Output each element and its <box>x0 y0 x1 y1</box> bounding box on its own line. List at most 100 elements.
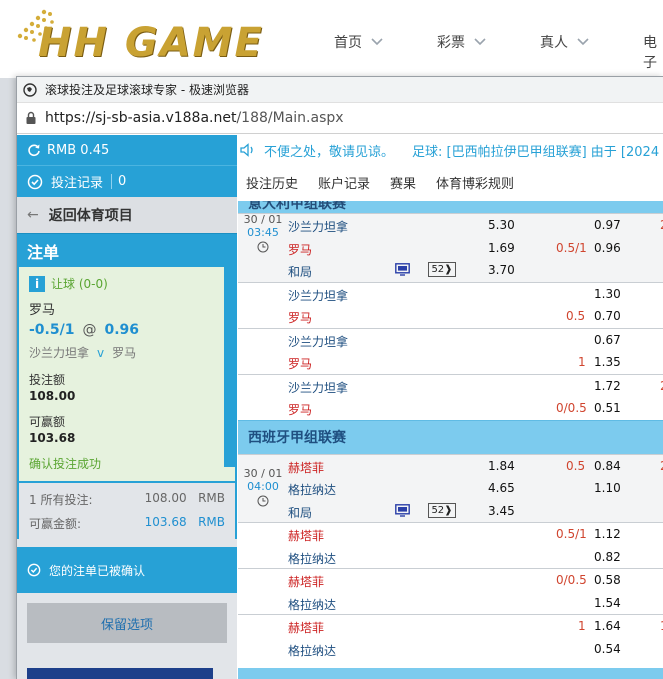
odds-hcp-away[interactable]: 0.51 <box>594 401 621 415</box>
speaker-icon <box>240 143 253 157</box>
next-button-edge[interactable] <box>27 668 213 679</box>
nav-live-casino-label: 真人 <box>540 35 568 51</box>
table-row: 格拉纳达 4.65 1.10 <box>238 477 663 500</box>
odds-1x2-draw[interactable]: 3.45 <box>488 504 515 518</box>
odds-hcp-away[interactable]: 0.70 <box>594 309 621 323</box>
odds-1x2-home[interactable]: 1.84 <box>488 459 515 473</box>
nav-lottery[interactable]: 彩票 <box>437 32 487 52</box>
bet-odds-line: -0.5/1 @0.96 <box>29 322 225 338</box>
odds-1x2-away[interactable]: 4.65 <box>488 481 515 495</box>
bet-records-link[interactable]: 投注记录 0 <box>17 165 237 197</box>
tab-account-records[interactable]: 账户记录 <box>318 173 370 192</box>
all-bets-amount: 108.00 RMB <box>145 491 225 508</box>
win-total-amount: 103.68 RMB <box>145 515 225 532</box>
ticker-text-1: 不便之处，敬请见谅。 <box>264 144 395 160</box>
table-row: 罗马 1.69 0.5/1 0.96 <box>238 237 663 260</box>
next-league-header[interactable] <box>238 668 663 679</box>
handicap-line: 0/0.5 <box>556 573 587 587</box>
table-row: 罗马 1 1.35 <box>238 351 663 374</box>
announcement-ticker[interactable]: 不便之处，敬请见谅。 足球: [巴西帕拉伊巴甲组联赛] 由于 [2024 <box>238 135 663 165</box>
tab-sports-rules[interactable]: 体育博彩规则 <box>436 173 514 192</box>
odds-hcp-away[interactable]: 0.82 <box>594 550 621 564</box>
at-symbol: @ <box>82 322 97 338</box>
bet-records-label: 投注记录 <box>51 176 104 191</box>
more-markets-badge[interactable]: 52 ❱ <box>428 502 456 518</box>
bet-records-count: 0 <box>111 174 126 189</box>
back-label: 返回体育项目 <box>48 208 133 224</box>
odds-hcp-home[interactable]: 1.30 <box>594 287 621 301</box>
nav-live-casino[interactable]: 真人 <box>540 32 590 52</box>
odds-hcp-home[interactable]: 0.97 <box>594 218 621 232</box>
url-path: /188/Main.aspx <box>236 110 344 126</box>
popup-window: 滚球投注及足球滚球专家 - 极速浏览器 https://sj-sb-asia.v… <box>16 76 663 679</box>
league-header[interactable]: 西班牙甲组联赛 <box>238 419 663 454</box>
odds-hcp-away[interactable]: 0.54 <box>594 642 621 656</box>
table-row: 赫塔菲 0.5/1 1.12 <box>238 523 663 546</box>
nav-electronic-label: 电子 <box>643 35 657 71</box>
nav-home-label: 首页 <box>334 35 362 51</box>
more-markets-count: 52 <box>431 504 445 516</box>
panel-scrollbar[interactable] <box>224 235 237 467</box>
odds-hcp-home[interactable]: 1.64 <box>594 619 621 633</box>
check-circle-icon <box>27 174 43 189</box>
address-bar[interactable]: https://sj-sb-asia.v188a.net/188/Main.as… <box>17 103 663 134</box>
site-logo[interactable]: HH GAME <box>14 6 276 72</box>
odds-table: 意大利甲组联赛 30 / 01 03:45 沙兰力坦拿 5.30 0.97 2 … <box>238 201 663 679</box>
chevron-down-icon <box>371 38 383 46</box>
window-titlebar[interactable]: 滚球投注及足球滚球专家 - 极速浏览器 <box>17 77 663 103</box>
odds-hcp-home[interactable]: 0.67 <box>594 333 621 347</box>
tv-icon[interactable] <box>395 503 410 517</box>
bet-away: 罗马 <box>112 346 137 360</box>
odds-hcp-away[interactable]: 0.96 <box>594 241 621 255</box>
odds-1x2-draw[interactable]: 3.70 <box>488 263 515 277</box>
table-row: 格拉纳达 1.54 <box>238 592 663 615</box>
market-label: 让球 (0-0) <box>51 277 108 291</box>
table-row: 和局 52 ❱ 3.45 <box>238 500 663 523</box>
more-markets-badge[interactable]: 52 ❱ <box>428 262 456 277</box>
tab-bet-history[interactable]: 投注历史 <box>246 173 298 192</box>
odds-1x2-away[interactable]: 1.69 <box>488 241 515 255</box>
bet-home: 沙兰力坦拿 <box>29 346 90 360</box>
table-row: 罗马 0/0.5 0.51 <box>238 397 663 420</box>
table-row: 沙兰力坦拿 5.30 0.97 2 <box>238 214 663 237</box>
odds-hcp-home[interactable]: 1.12 <box>594 527 621 541</box>
alt-line-block: 沙兰力坦拿 1.30 罗马 0.5 0.70 <box>238 281 663 328</box>
odds-hcp-away[interactable]: 1.10 <box>594 481 621 495</box>
home-team: 沙兰力坦拿 <box>288 380 349 395</box>
away-team: 罗马 <box>288 403 313 417</box>
browser-globe-icon <box>23 82 37 97</box>
nav-electronic[interactable]: 电子 <box>643 32 663 72</box>
stake-value: 108.00 <box>29 389 76 403</box>
table-row: 格拉纳达 0.54 <box>238 638 663 661</box>
bet-odds: 0.96 <box>104 322 140 338</box>
table-row: 赫塔菲 1.84 0.5 0.84 2 <box>238 455 663 478</box>
tv-icon[interactable] <box>395 263 410 276</box>
odds-hcp-away[interactable]: 1.54 <box>594 596 621 610</box>
win-value: 103.68 <box>29 431 76 445</box>
away-team: 罗马 <box>288 311 313 325</box>
table-row: 赫塔菲 0/0.5 0.58 <box>238 569 663 592</box>
alt-line-block: 沙兰力坦拿 1.72 2 罗马 0/0.5 0.51 <box>238 373 663 420</box>
home-team: 沙兰力坦拿 <box>288 288 349 303</box>
odds-hcp-home[interactable]: 0.84 <box>594 459 621 473</box>
keep-selection-button[interactable]: 保留选项 <box>27 603 227 643</box>
back-to-sports[interactable]: ← 返回体育项目 <box>17 197 237 233</box>
away-team: 罗马 <box>288 242 313 257</box>
bet-success-msg: 确认投注成功 <box>29 457 102 471</box>
odds-1x2-home[interactable]: 5.30 <box>488 218 515 232</box>
odds-hcp-home[interactable]: 0.58 <box>594 573 621 587</box>
url-host: https://sj-sb-asia.v188a.net <box>45 110 237 126</box>
tab-results[interactable]: 赛果 <box>390 173 416 192</box>
handicap-line: 0.5/1 <box>556 240 587 255</box>
table-row: 沙兰力坦拿 1.30 <box>238 283 663 306</box>
bet-handicap: -0.5/1 <box>29 322 75 338</box>
odds-hcp-home[interactable]: 1.72 <box>594 379 621 393</box>
league-header[interactable]: 意大利甲组联赛 <box>238 201 663 213</box>
account-balance[interactable]: RMB 0.45 <box>17 135 237 165</box>
alt-line-block: 赫塔菲 0/0.5 0.58 格拉纳达 1.54 <box>238 568 663 614</box>
handicap-line: 0.5 <box>566 309 586 323</box>
nav-home[interactable]: 首页 <box>334 32 384 52</box>
table-row: 沙兰力坦拿 0.67 <box>238 329 663 352</box>
odds-hcp-away[interactable]: 1.35 <box>594 355 621 369</box>
home-team: 赫塔菲 <box>288 575 325 589</box>
